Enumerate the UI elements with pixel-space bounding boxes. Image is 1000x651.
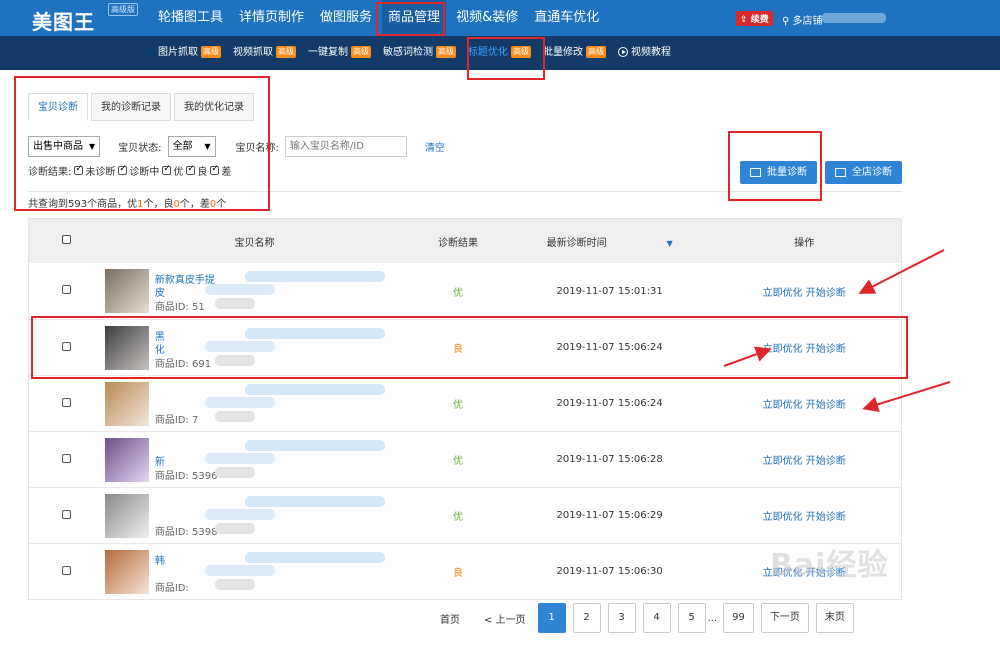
arrow-icon [723, 346, 772, 367]
arrow-icon [862, 381, 951, 413]
watermark: Bai经验 [770, 548, 889, 583]
arrow-icon [858, 249, 945, 294]
